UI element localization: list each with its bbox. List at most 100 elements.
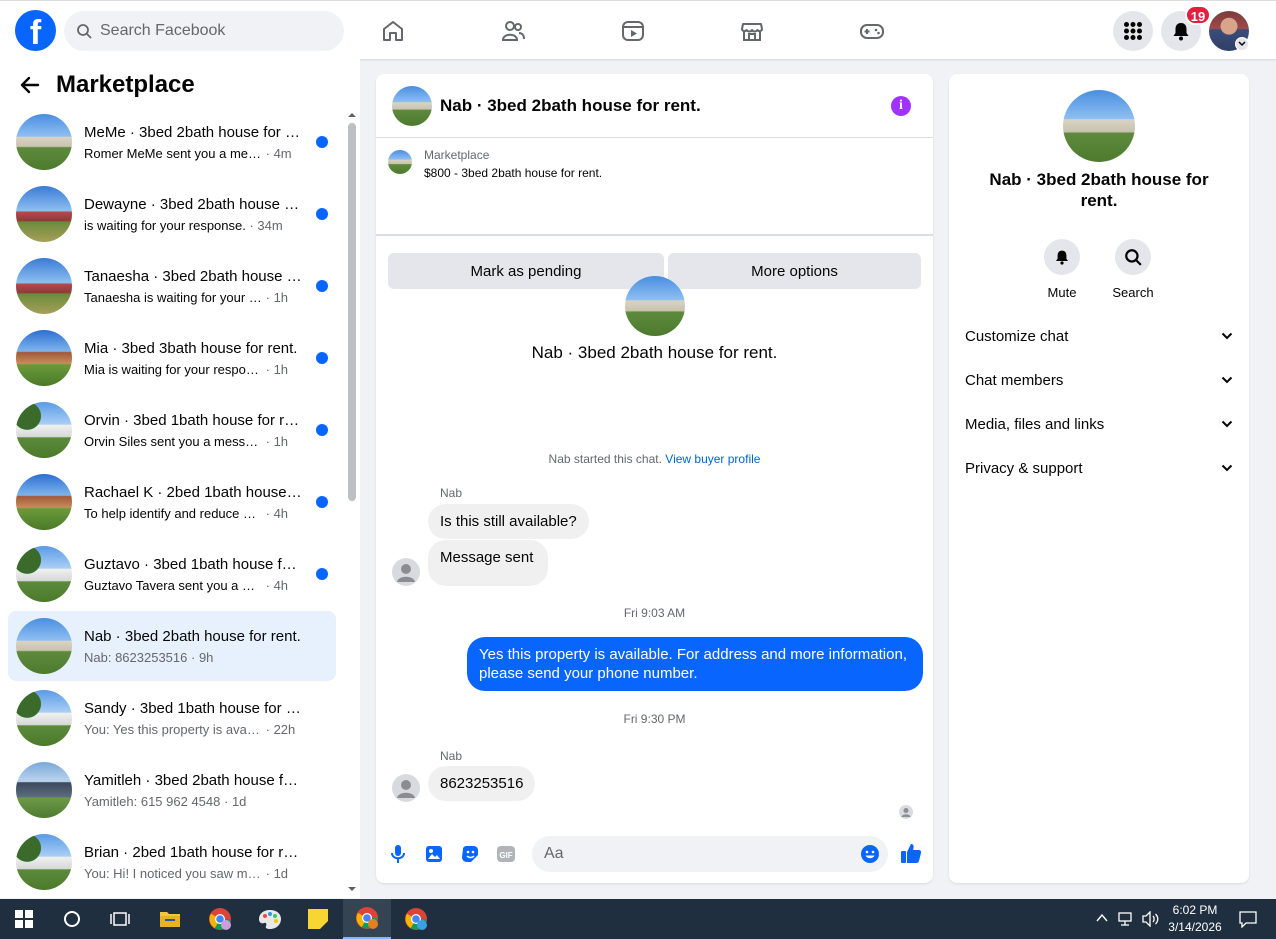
conversation-item[interactable]: Dewayne · 3bed 2bath house for rent. is … — [8, 179, 336, 249]
conversation-item[interactable]: Brian · 2bed 1bath house for rent. You: … — [8, 827, 336, 897]
incoming-message[interactable]: Message sent — [428, 540, 548, 586]
chrome-active-taskbar-button[interactable] — [343, 899, 391, 939]
conversation-list-panel: Marketplace MeMe · 3bed 2bath house for … — [0, 59, 360, 898]
search-input[interactable] — [100, 22, 320, 40]
chrome-profile-taskbar-button[interactable] — [392, 899, 440, 939]
chat-header: Nab · 3bed 2bath house for rent. i — [376, 74, 933, 138]
menu-button[interactable] — [1113, 11, 1153, 51]
back-arrow-icon[interactable] — [20, 75, 40, 95]
chrome-taskbar-button[interactable] — [196, 899, 244, 939]
conversation-item[interactable]: Sandy · 3bed 1bath house for rent. You: … — [8, 683, 336, 753]
listing-thumbnail — [16, 762, 72, 818]
facebook-logo-icon[interactable]: f — [15, 10, 56, 51]
search-taskbar-button[interactable] — [48, 899, 96, 939]
sticker-icon[interactable] — [460, 844, 480, 864]
listing-thumbnail — [16, 186, 72, 242]
scrollbar-thumb[interactable] — [348, 123, 356, 501]
outgoing-message[interactable]: Yes this property is available. For addr… — [467, 637, 923, 691]
conversation-item[interactable]: Orvin · 3bed 1bath house for rent. Orvin… — [8, 395, 336, 465]
sender-name: Nab — [440, 749, 463, 763]
listing-price-title[interactable]: $800 - 3bed 2bath house for rent. — [424, 166, 602, 180]
chevron-up-icon[interactable] — [1096, 913, 1108, 923]
notification-center-icon[interactable] — [1238, 910, 1258, 928]
search-box[interactable] — [64, 11, 344, 51]
sticky-notes-button[interactable] — [294, 899, 342, 939]
photo-icon[interactable] — [424, 844, 444, 864]
info-icon[interactable]: i — [891, 96, 911, 116]
network-icon[interactable] — [1117, 911, 1135, 927]
more-options-button[interactable]: More options — [668, 253, 921, 289]
message-timestamp: Fri 9:30 PM — [623, 712, 686, 726]
conversation-name: Sandy · 3bed 1bath house for rent. — [84, 699, 302, 717]
person-icon — [397, 564, 415, 582]
account-chevron-icon[interactable] — [1235, 37, 1249, 51]
incoming-message[interactable]: 8623253516 — [428, 766, 536, 801]
task-view-button[interactable] — [96, 899, 144, 939]
message-input[interactable] — [532, 836, 888, 872]
home-icon[interactable] — [380, 18, 406, 44]
conversation-item[interactable]: Rachael K · 2bed 1bath house for rent. T… — [8, 467, 336, 537]
conversation-time: 1d — [273, 865, 289, 881]
conversation-preview: is waiting for your response. — [84, 217, 246, 233]
chat-title[interactable]: Nab · 3bed 2bath house for rent. — [440, 96, 701, 116]
conversation-name: Orvin · 3bed 1bath house for rent. — [84, 411, 302, 429]
conversation-avatar-large — [625, 276, 685, 336]
scroll-down-icon[interactable] — [346, 885, 358, 893]
mute-action[interactable]: Mute — [1027, 239, 1097, 300]
conversation-item[interactable]: Yamitleh · 3bed 2bath house for rent. Ya… — [8, 755, 336, 825]
message-timestamp: Fri 9:03 AM — [623, 606, 686, 620]
conversation-item[interactable]: Tanaesha · 3bed 2bath house for rent. Ta… — [8, 251, 336, 321]
file-explorer-button[interactable] — [146, 899, 194, 939]
search-icon — [1125, 249, 1142, 266]
mark-as-pending-button[interactable]: Mark as pending — [388, 253, 664, 289]
svg-text:GIF: GIF — [499, 851, 512, 860]
chrome-icon — [405, 908, 427, 930]
volume-icon[interactable] — [1142, 911, 1160, 927]
view-buyer-profile-link[interactable]: View buyer profile — [665, 452, 760, 466]
paint-taskbar-button[interactable] — [246, 899, 294, 939]
listing-thumbnail — [16, 330, 72, 386]
seen-person-icon — [901, 808, 911, 817]
task-view-icon — [110, 912, 130, 926]
media-files-links-row[interactable]: Media, files and links — [965, 412, 1233, 436]
conversation-name: MeMe · 3bed 2bath house for rent. — [84, 123, 302, 141]
conversation-scrollbar[interactable] — [346, 109, 358, 897]
video-icon[interactable] — [620, 18, 646, 44]
chat-members-row[interactable]: Chat members — [965, 368, 1233, 392]
search-action[interactable]: Search — [1098, 239, 1168, 300]
listing-thumbnail — [16, 114, 72, 170]
conversation-item[interactable]: Guztavo · 3bed 1bath house for rent. Guz… — [8, 539, 336, 609]
system-clock[interactable]: 6:02 PM 3/14/2026 — [1160, 902, 1230, 936]
conversation-name: Yamitleh · 3bed 2bath house for rent. — [84, 771, 302, 789]
customize-chat-row[interactable]: Customize chat — [965, 324, 1233, 348]
chat-avatar[interactable] — [392, 85, 432, 126]
message-composer: GIF — [376, 834, 933, 880]
sender-avatar[interactable] — [392, 558, 420, 586]
emoji-icon[interactable] — [860, 844, 880, 864]
unread-dot-icon — [316, 424, 328, 436]
chat-start-notice: Nab started this chat. View buyer profil… — [376, 452, 933, 466]
sender-avatar[interactable] — [392, 774, 420, 802]
windows-start-button[interactable] — [0, 899, 48, 939]
gif-icon[interactable]: GIF — [496, 844, 516, 864]
conversation-preview: Tanaesha is waiting for your response. — [84, 289, 262, 305]
details-title: Nab · 3bed 2bath house for rent. — [989, 170, 1209, 210]
conversation-item[interactable]: Mia · 3bed 3bath house for rent. Mia is … — [8, 323, 336, 393]
scroll-up-icon[interactable] — [346, 111, 358, 119]
privacy-support-row[interactable]: Privacy & support — [965, 456, 1233, 480]
incoming-message[interactable]: Is this still available? — [428, 504, 589, 539]
conversation-item[interactable]: MeMe · 3bed 2bath house for rent. Romer … — [8, 107, 336, 177]
chevron-down-icon — [1221, 376, 1233, 384]
microphone-icon[interactable] — [389, 844, 407, 864]
friends-icon[interactable] — [500, 18, 526, 44]
chevron-down-icon — [1221, 420, 1233, 428]
gaming-icon[interactable] — [859, 18, 885, 44]
conversation-item-selected[interactable]: Nab · 3bed 2bath house for rent. Nab: 86… — [8, 611, 336, 681]
conversation-name: Guztavo · 3bed 1bath house for rent. — [84, 555, 302, 573]
top-navigation-bar: f 19 — [0, 0, 1276, 59]
windows-logo-icon — [15, 910, 33, 928]
page-title: Marketplace — [56, 71, 195, 98]
row-label: Customize chat — [965, 327, 1069, 345]
thumbs-up-icon[interactable] — [900, 842, 922, 864]
marketplace-icon[interactable] — [739, 18, 765, 44]
